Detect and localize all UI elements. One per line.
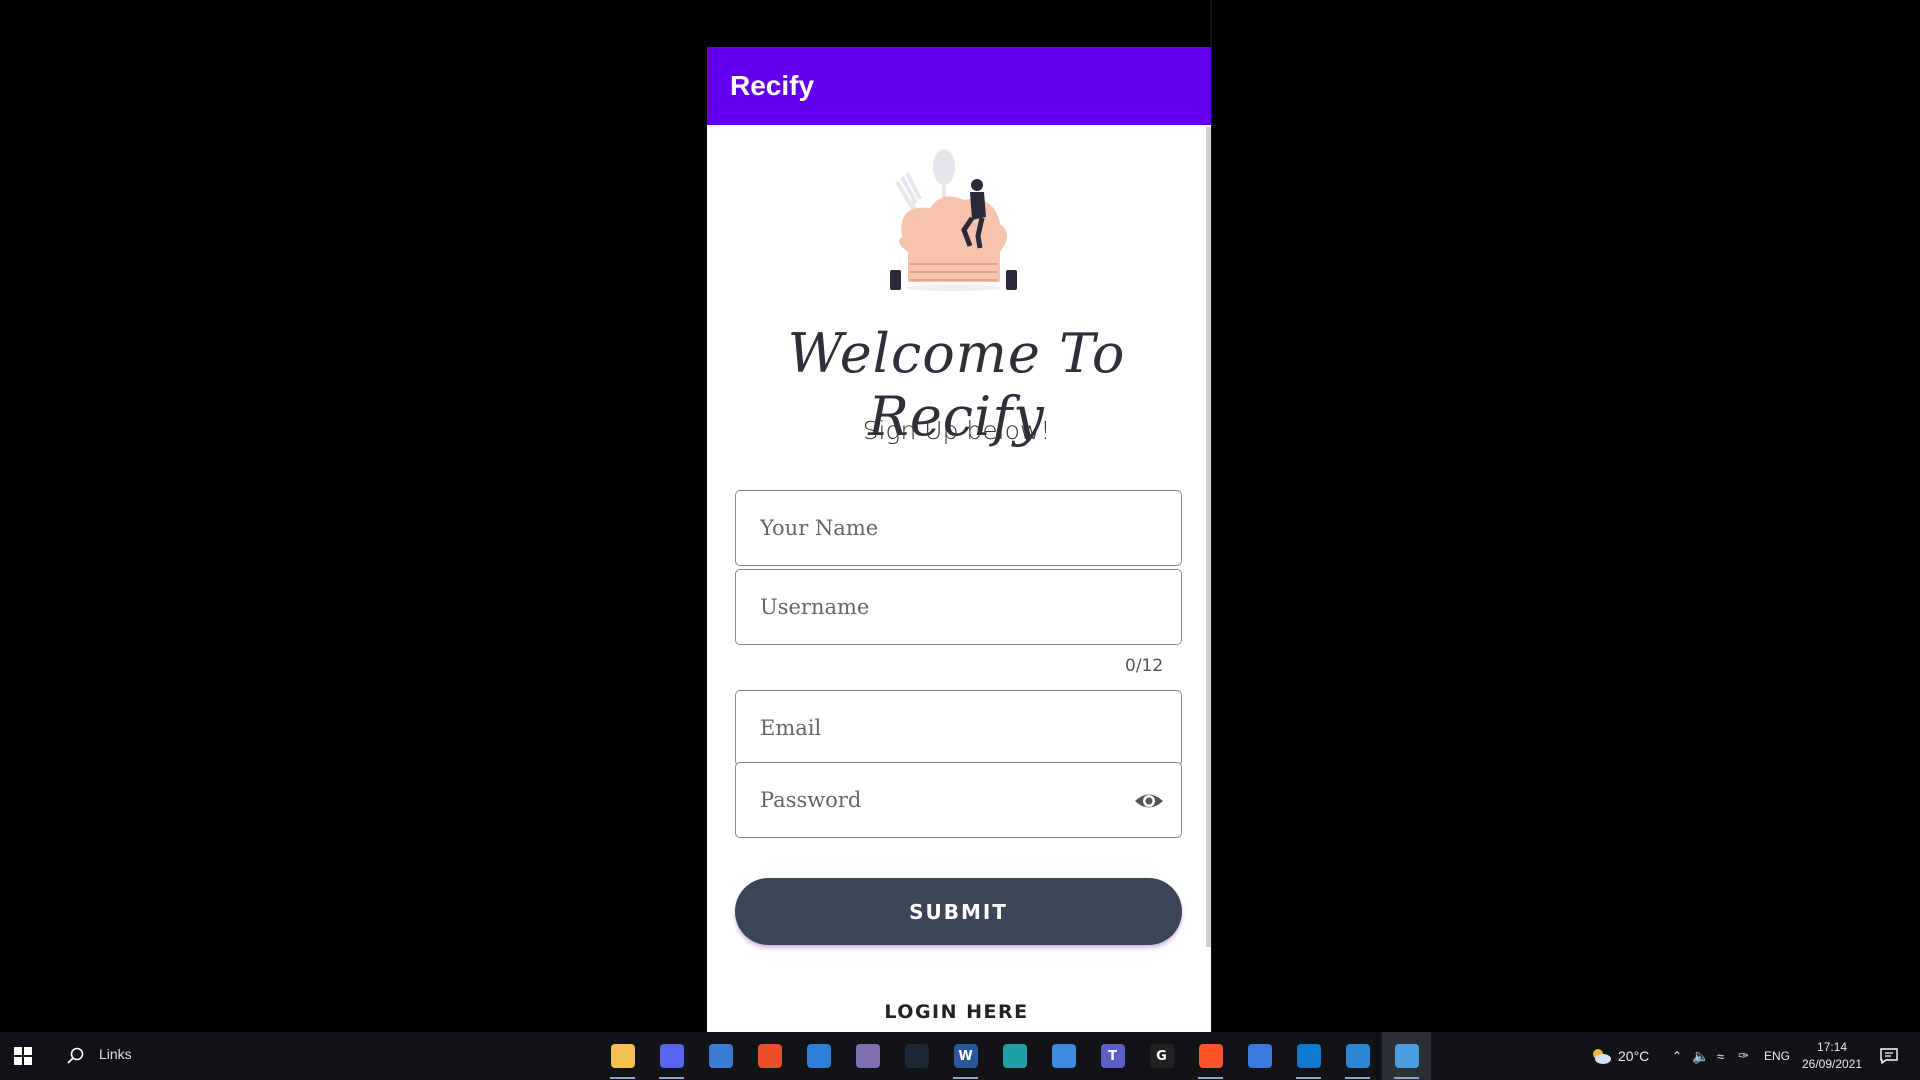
username-char-counter: 0/12 [1125,656,1164,676]
weather-icon [1593,1049,1611,1064]
video-app-icon [1345,1044,1370,1068]
taskbar-app-button[interactable] [794,1032,843,1080]
taskbar-apps: W TG [598,1032,1431,1080]
phone-screen: Recify Welcome To Recify Sign Up below! … [707,47,1211,1032]
volume-icon: 🔈 [1692,1047,1710,1064]
browser-app-icon [1051,1044,1076,1068]
username-field[interactable] [735,569,1182,645]
search-button[interactable] [56,1032,96,1080]
clock-time: 17:14 [1817,1040,1848,1054]
vscode-icon [1296,1044,1321,1068]
chef-hat-illustration [890,149,1017,291]
taskbar-app-button[interactable] [696,1032,745,1080]
email-input[interactable] [758,715,1122,741]
taskbar-app-button[interactable] [990,1032,1039,1080]
system-tray: 20°C ⌃ 🔈 ≈ ✑ ENG 17:14 26/09/2021 [1590,1032,1920,1080]
tray-overflow[interactable]: ⌃ [1672,1032,1682,1080]
search-icon [67,1047,84,1064]
login-here-link[interactable]: LOGIN HERE [707,1001,1206,1023]
clock-date: 26/09/2021 [1802,1057,1863,1071]
submit-button[interactable]: SUBMIT [735,878,1182,945]
language-indicator[interactable]: ENG [1764,1032,1790,1080]
notification-icon [1880,1048,1898,1064]
start-button[interactable] [0,1032,46,1080]
name-field[interactable] [735,490,1182,566]
taskbar-app-button[interactable] [598,1032,647,1080]
password-input[interactable] [758,787,1122,813]
office-icon [757,1044,782,1068]
username-input[interactable] [758,594,1122,620]
name-input[interactable] [758,515,1122,541]
taskbar: Links W TG 20°C ⌃ 🔈 ≈ ✑ ENG 17:14 26/09/2… [0,1032,1920,1080]
notifications-button[interactable] [1880,1032,1898,1080]
wifi-icon: ≈ [1717,1048,1725,1064]
store-icon [708,1044,733,1068]
pen-button[interactable]: ✑ [1738,1032,1749,1080]
photos-icon [1394,1044,1419,1068]
taskbar-app-button[interactable] [843,1032,892,1080]
scrollbar[interactable] [1206,127,1211,947]
weather-temp: 20°C [1618,1048,1650,1064]
network-button[interactable]: ≈ [1717,1032,1724,1080]
taskbar-app-button[interactable] [1039,1032,1088,1080]
taskbar-app-button[interactable] [1333,1032,1382,1080]
taskbar-app-button[interactable]: G [1137,1032,1186,1080]
steam-icon [904,1044,929,1068]
windows-icon [14,1047,32,1065]
mail-icon [806,1044,831,1068]
taskbar-app-button[interactable] [1186,1032,1235,1080]
file-explorer-icon [610,1044,635,1068]
teams-icon: T [1100,1044,1125,1068]
taskbar-app-button[interactable] [647,1032,696,1080]
eye-icon[interactable] [1133,786,1165,816]
search-label[interactable]: Links [99,1046,132,1062]
edge-icon [1002,1044,1027,1068]
app-bar: Recify [707,47,1211,125]
taskbar-app-button[interactable] [745,1032,794,1080]
taskbar-app-button[interactable] [892,1032,941,1080]
volume-button[interactable]: 🔈 [1692,1032,1709,1080]
taskbar-app-button[interactable]: W [941,1032,990,1080]
taskbar-app-button[interactable] [1284,1032,1333,1080]
terminal-app-icon [855,1044,880,1068]
settings-app-icon [1247,1044,1272,1068]
chat-app-icon [659,1044,684,1068]
chevron-up-icon: ⌃ [1672,1049,1683,1063]
password-field[interactable] [735,762,1182,838]
brave-icon [1198,1044,1223,1068]
taskbar-app-button[interactable] [1382,1032,1431,1080]
taskbar-app-button[interactable] [1235,1032,1284,1080]
email-field[interactable] [735,690,1182,766]
signup-subtitle: Sign Up below! [862,416,1051,445]
word-icon: W [953,1044,978,1068]
taskbar-app-button[interactable]: T [1088,1032,1137,1080]
weather-widget[interactable]: 20°C [1590,1032,1649,1080]
g-app-icon: G [1149,1044,1174,1068]
clock[interactable]: 17:14 26/09/2021 [1802,1032,1862,1080]
app-title: Recify [730,70,815,101]
pen-icon: ✑ [1738,1048,1749,1063]
